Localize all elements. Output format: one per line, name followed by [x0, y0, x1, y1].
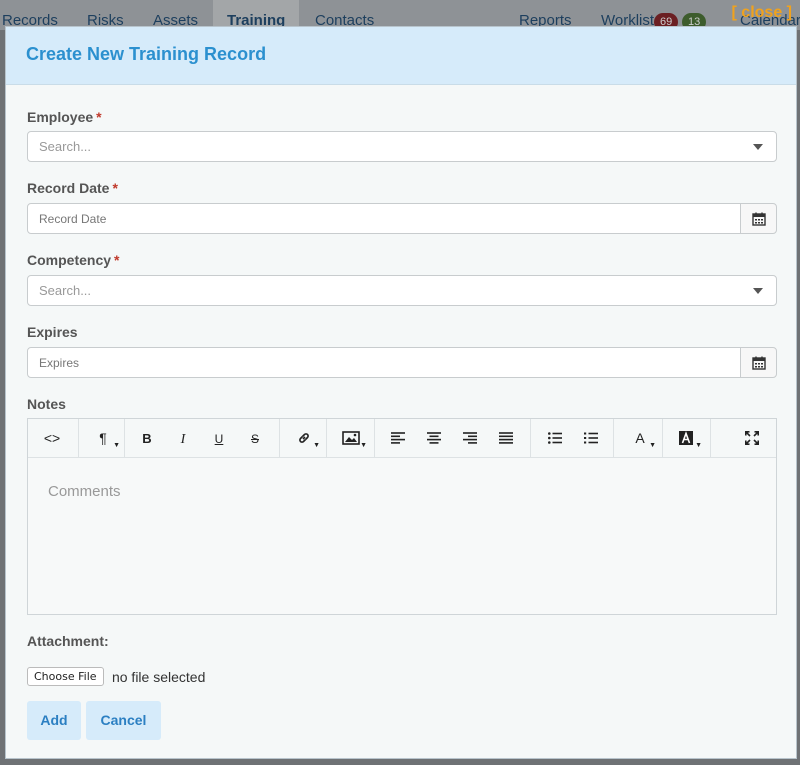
- notes-editor: <> ¶ ▼ B I U S ▼ ▼ A ▼ ▼ Comments: [27, 418, 777, 615]
- insert-image-button[interactable]: ▼: [331, 419, 371, 457]
- strikethrough-button[interactable]: S: [237, 419, 273, 457]
- file-upload: Choose File no file selected: [27, 667, 205, 687]
- fullscreen-button[interactable]: [734, 419, 770, 457]
- expires-picker-button[interactable]: [740, 347, 777, 378]
- dropdown-caret-icon: ▼: [313, 442, 320, 449]
- required-mark: *: [114, 252, 120, 268]
- notes-label-text: Notes: [27, 396, 66, 412]
- attachment-label: Attachment:: [27, 633, 109, 649]
- notes-label: Notes: [27, 396, 66, 412]
- record-date-placeholder: Record Date: [39, 212, 107, 226]
- notes-textarea[interactable]: Comments: [28, 458, 776, 525]
- toolbar-divider: [613, 419, 614, 457]
- italic-button[interactable]: I: [165, 419, 201, 457]
- dropdown-caret-icon: ▼: [360, 442, 367, 449]
- bullet-list-button[interactable]: [537, 419, 573, 457]
- font-color-button[interactable]: A ▼: [620, 419, 660, 457]
- expires-label: Expires: [27, 324, 78, 340]
- dropdown-caret-icon: ▼: [649, 442, 656, 449]
- record-date-picker-button[interactable]: [740, 203, 777, 234]
- chevron-down-icon: [753, 288, 763, 294]
- record-date-input[interactable]: Record Date: [27, 203, 741, 234]
- highlight-color-button[interactable]: ▼: [666, 419, 706, 457]
- align-justify-icon: [499, 432, 513, 444]
- chevron-down-icon: [753, 144, 763, 150]
- record-date-label-text: Record Date: [27, 180, 110, 196]
- code-icon: <>: [43, 430, 61, 446]
- calendar-icon: [752, 212, 766, 226]
- numbered-list-icon: [584, 432, 598, 444]
- underline-button[interactable]: U: [201, 419, 237, 457]
- toolbar-divider: [662, 419, 663, 457]
- employee-label: Employee *: [27, 109, 102, 125]
- insert-link-button[interactable]: ▼: [284, 419, 324, 457]
- code-view-button[interactable]: <>: [34, 419, 70, 457]
- choose-file-button[interactable]: Choose File: [27, 667, 104, 686]
- align-justify-button[interactable]: [488, 419, 524, 457]
- align-left-button[interactable]: [380, 419, 416, 457]
- bold-button[interactable]: B: [129, 419, 165, 457]
- record-date-label: Record Date *: [27, 180, 118, 196]
- align-center-button[interactable]: [416, 419, 452, 457]
- required-mark: *: [96, 109, 102, 125]
- add-button[interactable]: Add: [27, 701, 81, 740]
- competency-label-text: Competency: [27, 252, 112, 268]
- modal-title: Create New Training Record: [26, 44, 267, 64]
- italic-icon: I: [180, 432, 186, 447]
- paragraph-style-button[interactable]: ¶ ▼: [82, 419, 124, 457]
- calendar-icon: [752, 356, 766, 370]
- toolbar-divider: [326, 419, 327, 457]
- dropdown-caret-icon: ▼: [113, 442, 120, 449]
- modal-header: Create New Training Record: [6, 27, 796, 85]
- bold-icon: B: [142, 431, 152, 446]
- close-button[interactable]: [ close ]: [732, 4, 792, 22]
- required-mark: *: [112, 180, 118, 196]
- highlight-color-icon: [679, 431, 693, 445]
- strikethrough-icon: S: [250, 432, 259, 446]
- font-color-icon: A: [635, 430, 645, 446]
- link-icon: [299, 433, 309, 443]
- toolbar-divider: [78, 419, 79, 457]
- align-left-icon: [391, 432, 405, 444]
- competency-select[interactable]: Search...: [27, 275, 777, 306]
- file-status-text: no file selected: [111, 668, 206, 685]
- underline-icon: U: [214, 432, 224, 446]
- toolbar-divider: [279, 419, 280, 457]
- competency-placeholder: Search...: [39, 283, 92, 298]
- employee-placeholder: Search...: [39, 139, 92, 154]
- expires-label-text: Expires: [27, 324, 78, 340]
- bullet-list-icon: [548, 432, 562, 444]
- toolbar-divider: [710, 419, 711, 457]
- expires-input[interactable]: Expires: [27, 347, 741, 378]
- align-right-button[interactable]: [452, 419, 488, 457]
- align-center-icon: [427, 432, 441, 444]
- toolbar-divider: [530, 419, 531, 457]
- expires-placeholder: Expires: [39, 356, 80, 370]
- cancel-button[interactable]: Cancel: [86, 701, 161, 740]
- paragraph-icon: ¶: [99, 430, 107, 446]
- editor-toolbar: <> ¶ ▼ B I U S ▼ ▼ A ▼ ▼: [28, 419, 776, 458]
- employee-label-text: Employee: [27, 109, 94, 125]
- align-right-icon: [463, 432, 477, 444]
- numbered-list-button[interactable]: [573, 419, 609, 457]
- fullscreen-icon: [745, 431, 759, 445]
- employee-select[interactable]: Search...: [27, 131, 777, 162]
- image-icon: [342, 431, 360, 445]
- toolbar-divider: [374, 419, 375, 457]
- notes-placeholder: Comments: [48, 483, 121, 500]
- competency-label: Competency *: [27, 252, 119, 268]
- toolbar-divider: [124, 419, 125, 457]
- training-record-modal: Create New Training Record Employee * Sea…: [5, 26, 797, 759]
- dropdown-caret-icon: ▼: [695, 442, 702, 449]
